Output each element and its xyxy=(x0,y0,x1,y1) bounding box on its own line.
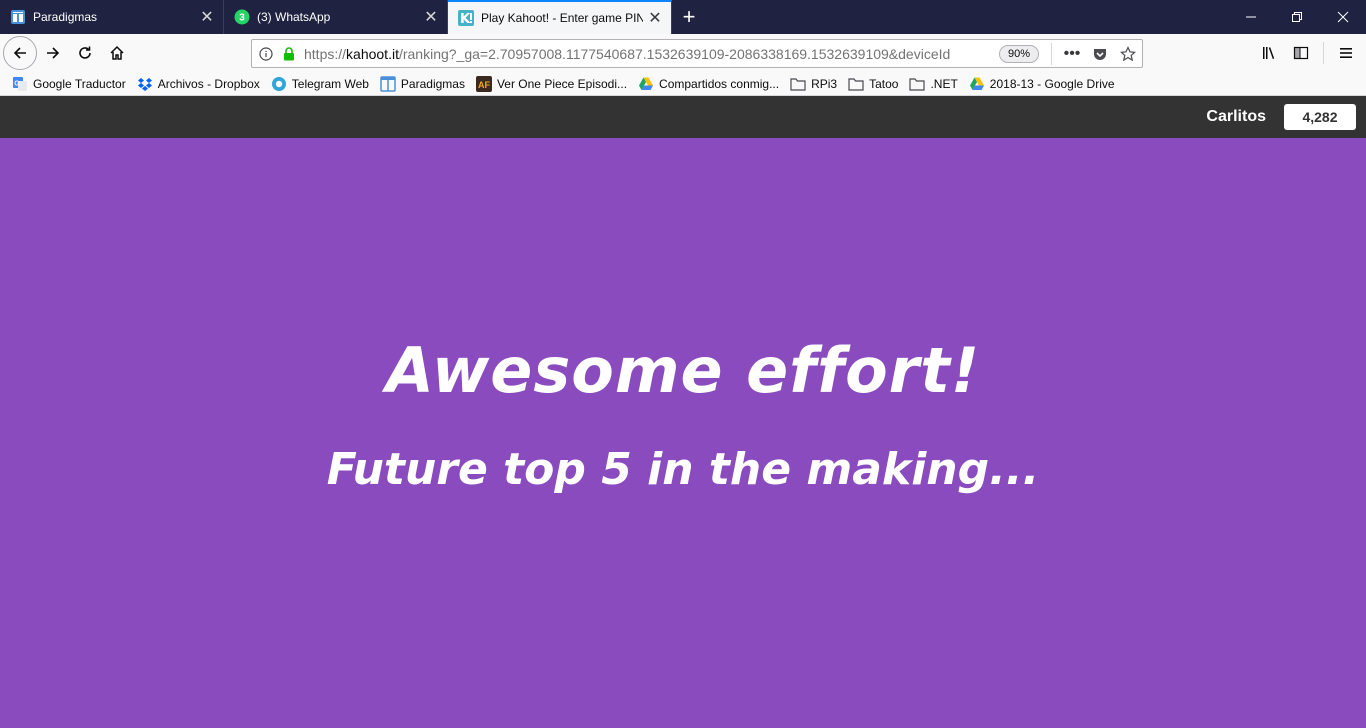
bookmark-google-traductor[interactable]: G Google Traductor xyxy=(8,73,130,95)
bookmark-label: Archivos - Dropbox xyxy=(157,76,260,91)
restore-icon[interactable] xyxy=(1274,0,1320,34)
url-prefix: https:// xyxy=(304,45,347,62)
reload-button[interactable] xyxy=(69,37,101,69)
bookmark-folder-tatoo[interactable]: Tatoo xyxy=(844,73,902,95)
bookmark-telegram[interactable]: Telegram Web xyxy=(267,73,373,95)
telegram-icon xyxy=(271,76,287,92)
minimize-icon[interactable] xyxy=(1228,0,1274,34)
tab-strip-spacer xyxy=(706,0,1228,34)
url-bar[interactable]: https://kahoot.it/ranking?_ga=2.70957008… xyxy=(251,39,1143,68)
info-icon[interactable] xyxy=(252,46,280,61)
dropbox-icon xyxy=(137,76,153,92)
bookmark-google-drive[interactable]: 2018-13 - Google Drive xyxy=(965,73,1119,95)
bookmark-label: .NET xyxy=(930,76,958,91)
page-actions-icon[interactable]: ••• xyxy=(1058,41,1086,67)
navigation-toolbar: https://kahoot.it/ranking?_ga=2.70957008… xyxy=(0,34,1366,72)
bookmark-one-piece[interactable]: AF Ver One Piece Episodi... xyxy=(472,73,631,95)
folder-icon xyxy=(848,76,864,92)
toolbar-separator xyxy=(1323,42,1324,64)
google-drive-icon xyxy=(969,76,985,92)
library-icon[interactable] xyxy=(1253,37,1285,69)
star-icon[interactable] xyxy=(1114,41,1142,67)
zoom-indicator[interactable]: 90% xyxy=(998,44,1039,63)
new-tab-button[interactable]: + xyxy=(672,0,706,34)
hamburger-menu-icon[interactable] xyxy=(1330,37,1362,69)
bookmark-label: Ver One Piece Episodi... xyxy=(496,76,628,91)
bookmark-paradigmas[interactable]: Paradigmas xyxy=(376,73,469,95)
bookmark-label: Google Traductor xyxy=(33,76,126,91)
url-path: /ranking?_ga=2.70957008.1177540687.15326… xyxy=(398,45,951,62)
svg-text:AF: AF xyxy=(478,80,490,90)
kahoot-icon: K xyxy=(458,10,474,26)
tab-title: (3) WhatsApp xyxy=(257,10,331,24)
bookmark-compartidos[interactable]: Compartidos conmig... xyxy=(634,73,783,95)
bookmark-folder-net[interactable]: .NET xyxy=(905,73,961,95)
tab-paradigmas[interactable]: Paradigmas ✕ xyxy=(0,0,224,34)
table-layout-icon xyxy=(380,75,396,92)
result-headline: Awesome effort! xyxy=(385,334,981,407)
close-icon[interactable]: ✕ xyxy=(195,5,219,29)
url-text[interactable]: https://kahoot.it/ranking?_ga=2.70957008… xyxy=(298,46,999,62)
tab-title: Play Kahoot! - Enter game PIN | xyxy=(481,11,643,25)
forward-button[interactable] xyxy=(37,37,69,69)
whatsapp-badge: 3 xyxy=(239,13,245,24)
tab-strip: Paradigmas ✕ 3 (3) WhatsApp ✕ K Play Kah… xyxy=(0,0,1366,34)
bookmark-label: 2018-13 - Google Drive xyxy=(989,76,1115,91)
google-translate-icon: G xyxy=(12,76,28,92)
result-subline: Future top 5 in the making... xyxy=(326,444,1040,495)
arrow-right-icon xyxy=(47,47,60,59)
svg-text:G: G xyxy=(14,80,20,87)
bookmarks-bar: G Google Traductor Archivos - Dropbox Te… xyxy=(0,72,1366,96)
sidebar-icon[interactable] xyxy=(1285,37,1317,69)
af-logo-icon: AF xyxy=(475,75,492,92)
pocket-icon[interactable] xyxy=(1086,41,1114,67)
bookmark-label: Tatoo xyxy=(869,76,899,91)
url-host: kahoot.it xyxy=(346,45,399,62)
bookmark-label: RPi3 xyxy=(811,76,838,91)
home-button[interactable] xyxy=(101,37,133,69)
lock-icon[interactable] xyxy=(280,46,298,61)
home-icon xyxy=(110,45,124,60)
tab-whatsapp[interactable]: 3 (3) WhatsApp ✕ xyxy=(224,0,448,34)
close-icon[interactable]: ✕ xyxy=(643,6,667,30)
folder-icon xyxy=(790,76,806,92)
window-close-icon[interactable] xyxy=(1320,0,1366,34)
whatsapp-icon: 3 xyxy=(234,9,250,25)
bookmark-label: Compartidos conmig... xyxy=(659,76,780,91)
tab-title: Paradigmas xyxy=(33,10,98,24)
reload-icon xyxy=(79,46,91,59)
folder-icon xyxy=(909,76,926,92)
arrow-left-icon xyxy=(13,47,26,59)
bookmark-label: Paradigmas xyxy=(400,76,465,91)
bookmark-folder-rpi3[interactable]: RPi3 xyxy=(786,73,841,95)
bookmark-label: Telegram Web xyxy=(291,76,369,91)
urlbar-separator xyxy=(1051,42,1052,65)
google-drive-icon xyxy=(638,76,654,92)
bookmark-dropbox[interactable]: Archivos - Dropbox xyxy=(133,73,264,95)
ranking-panel: Awesome effort! Future top 5 in the maki… xyxy=(0,138,1366,728)
toolbar-right xyxy=(1253,34,1366,72)
player-name: Carlitos xyxy=(1206,108,1266,125)
tab-kahoot[interactable]: K Play Kahoot! - Enter game PIN | ✕ xyxy=(448,0,672,34)
player-score: 4,282 xyxy=(1284,104,1356,130)
kahoot-player-bar: Carlitos 4,282 xyxy=(0,96,1366,138)
back-button[interactable] xyxy=(3,36,37,70)
close-icon[interactable]: ✕ xyxy=(419,5,443,29)
svg-text:K: K xyxy=(460,12,471,26)
table-layout-icon xyxy=(10,9,26,25)
